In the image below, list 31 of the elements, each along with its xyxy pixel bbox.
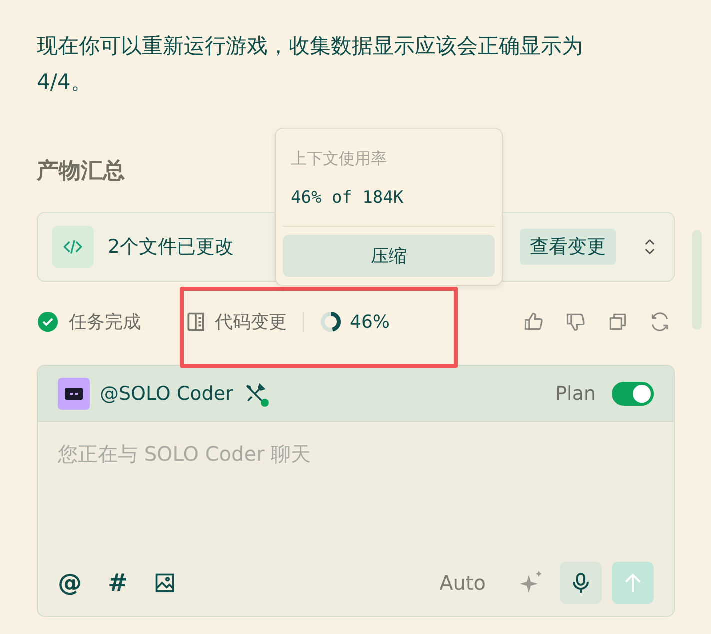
message-text: 现在你可以重新运行游戏，收集数据显示应该会正确显示为4/4。	[37, 33, 584, 96]
code-changes-button[interactable]: 代码变更	[185, 310, 287, 334]
chat-input[interactable]: 您正在与 SOLO Coder 聊天	[58, 442, 654, 466]
image-icon[interactable]	[154, 572, 176, 594]
hash-button[interactable]: #	[108, 569, 128, 597]
book-icon	[185, 311, 207, 333]
task-done-text: 任务完成	[69, 311, 141, 334]
section-heading: 产物汇总	[37, 158, 125, 186]
model-selector[interactable]: Auto	[434, 570, 492, 596]
mention-button[interactable]: @	[58, 569, 82, 597]
microphone-button[interactable]	[560, 562, 602, 604]
progress-ring	[320, 311, 342, 333]
arrow-up-icon	[623, 572, 643, 594]
compress-button[interactable]: 压缩	[283, 235, 495, 277]
tooltip-title: 上下文使用率	[291, 149, 388, 170]
code-icon	[52, 226, 94, 268]
agent-avatar-icon	[58, 378, 90, 410]
microphone-icon	[571, 572, 591, 594]
usage-text: 46% of 184K	[291, 188, 405, 208]
thumbs-up-icon[interactable]	[523, 311, 545, 333]
refresh-icon[interactable]	[649, 311, 671, 333]
plan-label: Plan	[556, 382, 596, 404]
thumbs-down-icon[interactable]	[565, 311, 587, 333]
agent-name: @SOLO Coder	[100, 382, 234, 404]
check-circle-icon	[37, 311, 59, 333]
files-changed-text: 2个文件已更改	[108, 235, 234, 260]
scrollbar[interactable]	[692, 230, 702, 330]
plan-toggle[interactable]	[612, 382, 654, 406]
view-changes-button[interactable]: 查看变更	[520, 229, 616, 265]
copy-icon[interactable]	[607, 311, 629, 333]
context-usage-button[interactable]: 46%	[320, 311, 390, 333]
